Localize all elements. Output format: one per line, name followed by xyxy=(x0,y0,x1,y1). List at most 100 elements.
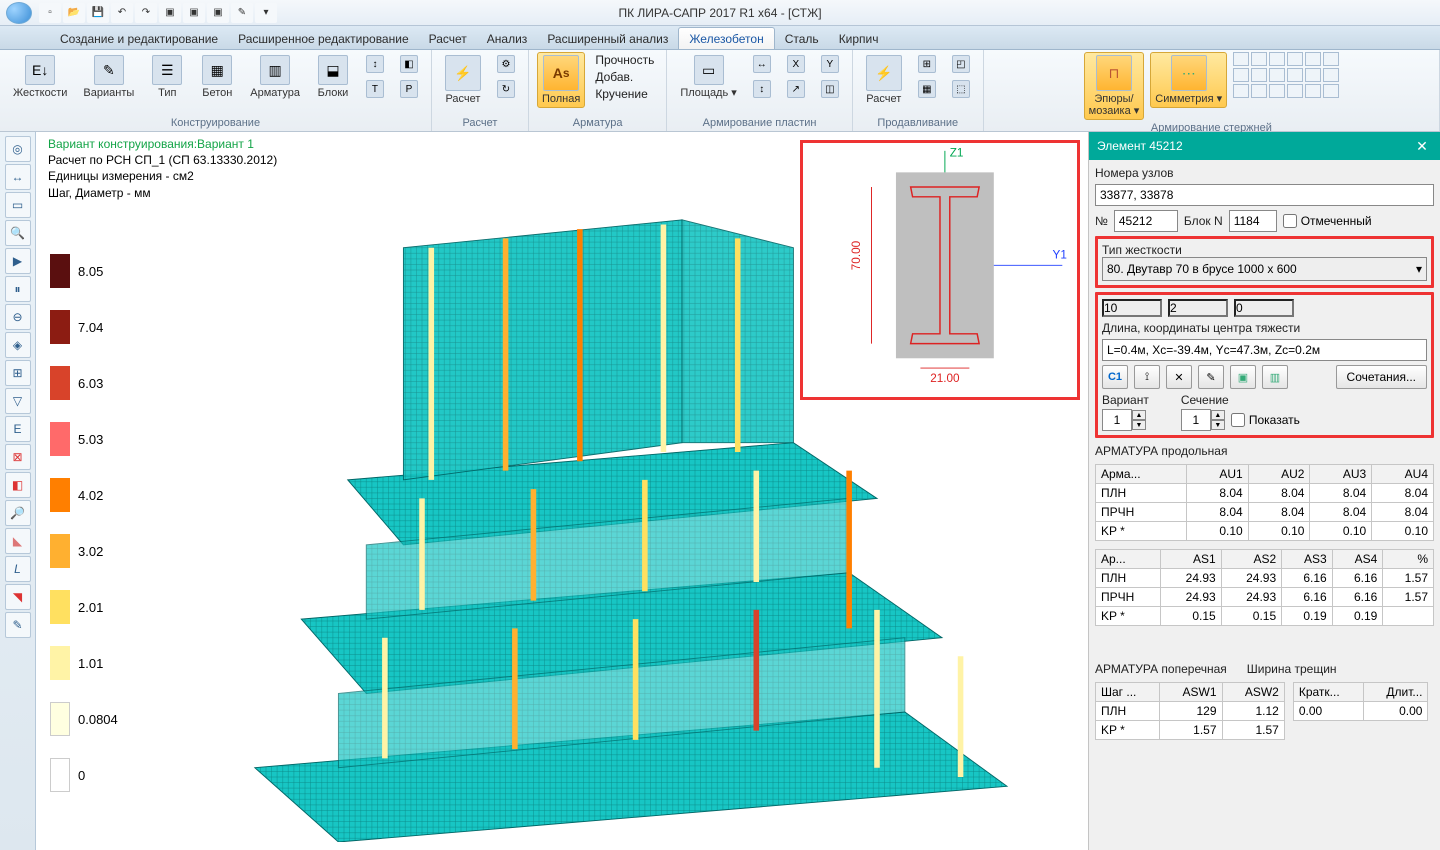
tool-a-icon[interactable]: ⟟ xyxy=(1134,365,1160,389)
mg-icon[interactable] xyxy=(1269,84,1285,98)
qat-save-icon[interactable]: 💾 xyxy=(87,3,109,23)
rebar-add[interactable]: Добав. xyxy=(591,69,637,85)
punch1[interactable]: ⊞ xyxy=(913,52,941,76)
btn-extra-1[interactable]: ↕ xyxy=(361,52,389,76)
pbtn-y[interactable]: Y xyxy=(816,52,844,76)
btn-full[interactable]: AsПолная xyxy=(537,52,585,108)
marked-checkbox[interactable]: Отмеченный xyxy=(1283,214,1372,228)
rebar-strength[interactable]: Прочность xyxy=(591,52,658,68)
pbtn4[interactable]: ◫ xyxy=(816,77,844,101)
block-input[interactable] xyxy=(1229,210,1277,232)
mg-icon[interactable] xyxy=(1287,84,1303,98)
mg-icon[interactable] xyxy=(1323,68,1339,82)
mg-icon[interactable] xyxy=(1233,84,1249,98)
tool-red1-icon[interactable]: ⊠ xyxy=(5,444,31,470)
stiffness-select[interactable]: 80. Двутавр 70 в брусе 1000 х 600▾ xyxy=(1102,257,1427,281)
tool-c-icon[interactable]: ✎ xyxy=(1198,365,1224,389)
btn-stiffness[interactable]: E↓Жесткости xyxy=(8,52,72,102)
pbtn2[interactable]: ↕ xyxy=(748,77,776,101)
tool-find-icon[interactable]: 🔎 xyxy=(5,500,31,526)
btn-extra-3[interactable]: ◧ xyxy=(395,52,423,76)
rebar-torsion[interactable]: Кручение xyxy=(591,86,651,102)
qat-tool-icon[interactable]: ✎ xyxy=(231,3,253,23)
tool-orbit-icon[interactable]: ◎ xyxy=(5,136,31,162)
btn-extra-t[interactable]: T xyxy=(361,77,389,101)
tool-e-icon[interactable]: ▥ xyxy=(1262,365,1288,389)
tool-fit-icon[interactable]: ⊖ xyxy=(5,304,31,330)
punch2[interactable]: ▦ xyxy=(913,77,941,101)
tab-create-edit[interactable]: Создание и редактирование xyxy=(50,28,228,49)
btn-punch-calc[interactable]: ⚡Расчет xyxy=(861,52,907,108)
qat-redo-icon[interactable]: ↷ xyxy=(135,3,157,23)
qat-cube2-icon[interactable]: ▣ xyxy=(183,3,205,23)
tab-adv-edit[interactable]: Расширенное редактирование xyxy=(228,28,419,49)
tool-d-icon[interactable]: ▣ xyxy=(1230,365,1256,389)
btn-diagrams[interactable]: ⊓Эпюры/ мозаика ▾ xyxy=(1084,52,1145,120)
pbtn3[interactable]: ↗ xyxy=(782,77,810,101)
tool-italic-icon[interactable]: L xyxy=(5,556,31,582)
tool-red3-icon[interactable]: ◥ xyxy=(5,584,31,610)
variant-spinner[interactable]: ▲▼ xyxy=(1102,409,1149,431)
mg-icon[interactable] xyxy=(1233,52,1249,66)
tab-analysis[interactable]: Анализ xyxy=(477,28,538,49)
tab-brick[interactable]: Кирпич xyxy=(829,28,889,49)
btn-rebar[interactable]: ▥Арматура xyxy=(245,52,305,102)
section-spinner[interactable]: ▲▼ xyxy=(1181,409,1225,431)
punch4[interactable]: ⬚ xyxy=(947,77,975,101)
mg-icon[interactable] xyxy=(1305,52,1321,66)
tool-filter-icon[interactable]: ▽ xyxy=(5,388,31,414)
btn-calc-opt1[interactable]: ⚙ xyxy=(492,52,520,76)
num-input[interactable] xyxy=(1114,210,1178,232)
qat-new-icon[interactable]: ▫ xyxy=(39,3,61,23)
qat-undo-icon[interactable]: ↶ xyxy=(111,3,133,23)
show-checkbox[interactable]: Показать xyxy=(1231,413,1300,427)
btn-concrete[interactable]: ▦Бетон xyxy=(195,52,239,102)
btn-calc[interactable]: ⚡Расчет xyxy=(440,52,486,108)
mg-icon[interactable] xyxy=(1251,52,1267,66)
mg-icon[interactable] xyxy=(1287,52,1303,66)
tab-steel[interactable]: Сталь xyxy=(775,28,829,49)
tool-b-icon[interactable]: ✕ xyxy=(1166,365,1192,389)
tool-flag-icon[interactable]: ◣ xyxy=(5,528,31,554)
tool-iso-icon[interactable]: ◈ xyxy=(5,332,31,358)
mg-icon[interactable] xyxy=(1269,68,1285,82)
pbtn1[interactable]: ↔ xyxy=(748,52,776,76)
tool-info-icon[interactable]: E xyxy=(5,416,31,442)
tab-reinforced-concrete[interactable]: Железобетон xyxy=(678,27,774,49)
tool-red2-icon[interactable]: ◧ xyxy=(5,472,31,498)
btn-area[interactable]: ▭Площадь ▾ xyxy=(675,52,741,102)
tool-pan-icon[interactable]: ↔ xyxy=(5,164,31,190)
btn-symmetry[interactable]: ⋯Симметрия ▾ xyxy=(1150,52,1227,108)
close-icon[interactable]: ✕ xyxy=(1412,136,1432,156)
tool-zoom-icon[interactable]: 🔍 xyxy=(5,220,31,246)
mg-icon[interactable] xyxy=(1323,84,1339,98)
btn-extra-p[interactable]: P xyxy=(395,77,423,101)
mg-icon[interactable] xyxy=(1233,68,1249,82)
tool-c1-icon[interactable]: C1 xyxy=(1102,365,1128,389)
qat-cube1-icon[interactable]: ▣ xyxy=(159,3,181,23)
qat-expand-icon[interactable]: ▾ xyxy=(255,3,277,23)
qat-open-icon[interactable]: 📂 xyxy=(63,3,85,23)
btn-type[interactable]: ☰Тип xyxy=(145,52,189,102)
pbtn-x[interactable]: X xyxy=(782,52,810,76)
mg-icon[interactable] xyxy=(1305,84,1321,98)
btn-variants[interactable]: ✎Варианты xyxy=(78,52,139,102)
mg-icon[interactable] xyxy=(1269,52,1285,66)
tool-pencil-icon[interactable]: ✎ xyxy=(5,612,31,638)
qat-cube3-icon[interactable]: ▣ xyxy=(207,3,229,23)
mg-icon[interactable] xyxy=(1251,68,1267,82)
mg-icon[interactable] xyxy=(1323,52,1339,66)
mg-icon[interactable] xyxy=(1305,68,1321,82)
punch3[interactable]: ◰ xyxy=(947,52,975,76)
mg-icon[interactable] xyxy=(1287,68,1303,82)
nodes-value[interactable] xyxy=(1095,184,1434,206)
tool-grid-icon[interactable]: ⊞ xyxy=(5,360,31,386)
combinations-button[interactable]: Сочетания... xyxy=(1336,365,1427,389)
model-viewport[interactable]: Вариант конструирования:Вариант 1 Расчет… xyxy=(36,132,1088,850)
btn-blocks[interactable]: ⬓Блоки xyxy=(311,52,355,102)
tab-calc[interactable]: Расчет xyxy=(419,28,477,49)
tool-select-icon[interactable]: ▭ xyxy=(5,192,31,218)
mg-icon[interactable] xyxy=(1251,84,1267,98)
btn-calc-opt2[interactable]: ↻ xyxy=(492,77,520,101)
tool-play-icon[interactable]: ▶ xyxy=(5,248,31,274)
